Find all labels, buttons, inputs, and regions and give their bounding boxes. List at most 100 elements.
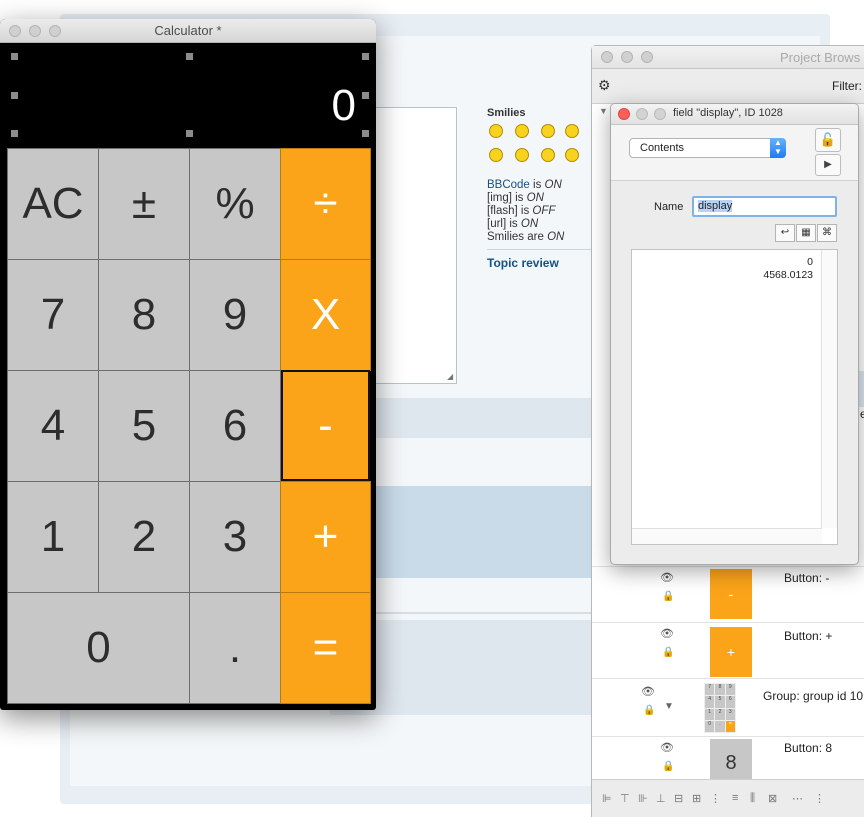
table-icon[interactable]: ▦	[796, 224, 816, 242]
equals-button[interactable]: =	[280, 592, 371, 704]
row-name: 8	[825, 741, 833, 755]
eye-icon[interactable]: 👁	[660, 741, 674, 754]
smiley-icon[interactable]	[515, 148, 529, 162]
zoom-button[interactable]	[654, 108, 666, 120]
list-item[interactable]: 👁 🔒 - Button: -	[592, 566, 864, 623]
zoom-button[interactable]	[641, 51, 653, 63]
window-title: Project Brows	[780, 50, 861, 65]
percent-button[interactable]: %	[189, 148, 281, 260]
three-button[interactable]: 3	[189, 481, 281, 593]
one-button[interactable]: 1	[7, 481, 99, 593]
minimize-button[interactable]	[636, 108, 648, 120]
align-bottom-icon[interactable]: ⊥	[656, 792, 666, 805]
row-type: Button:	[784, 741, 823, 755]
inspector-titlebar[interactable]: field "display", ID 1028	[611, 104, 858, 125]
thumb-key: 4	[705, 696, 715, 708]
bbcode-link[interactable]: BBCode	[487, 179, 530, 191]
section-select[interactable]: Contents ▲ ▼	[629, 138, 786, 158]
decimal-button[interactable]: .	[189, 592, 281, 704]
same-size-icon[interactable]: ⊠	[768, 792, 777, 805]
divider	[487, 249, 592, 250]
plus-button[interactable]: +	[280, 481, 371, 593]
options-icon[interactable]: ⋮	[814, 792, 825, 805]
unlock-icon[interactable]: 🔓	[815, 128, 841, 152]
list-item[interactable]: 👁 🔒 ▼ 7 8 9 4 5 6 1 2 3 0 . = Group: gro…	[592, 678, 864, 737]
smilies-state: ON	[547, 231, 565, 243]
wrap-text-icon[interactable]: ↩	[775, 224, 795, 242]
horizontal-scrollbar[interactable]	[632, 528, 822, 544]
selection-handle[interactable]	[11, 130, 18, 137]
same-width-icon[interactable]: ≡	[732, 792, 738, 804]
lock-icon[interactable]: 🔒	[662, 591, 674, 602]
smiley-icon[interactable]	[489, 148, 503, 162]
smilies-line: Smilies are ON	[487, 231, 564, 244]
smiley-icon[interactable]	[565, 124, 579, 138]
align-vcenter-icon[interactable]: ⊞	[692, 792, 701, 805]
selection-handle[interactable]	[362, 53, 369, 60]
gear-icon[interactable]: ⚙	[598, 77, 611, 94]
group-thumbnail: 7 8 9 4 5 6 1 2 3 0 . =	[704, 683, 736, 733]
smiley-icon[interactable]	[541, 148, 555, 162]
four-button[interactable]: 4	[7, 370, 99, 482]
eye-icon[interactable]: 👁	[660, 627, 674, 640]
eye-icon[interactable]: 👁	[641, 685, 655, 698]
selection-handle[interactable]	[186, 53, 193, 60]
smilies-title: Smilies	[487, 107, 526, 119]
selection-handle[interactable]	[362, 130, 369, 137]
clear-button[interactable]: AC	[7, 148, 99, 260]
seven-button[interactable]: 7	[7, 259, 99, 371]
multiply-button[interactable]: X	[280, 259, 371, 371]
calculator-titlebar[interactable]: Calculator *	[0, 19, 376, 43]
row-type: Group:	[763, 689, 800, 703]
align-hcenter-icon[interactable]: ⊟	[674, 792, 683, 805]
smiley-icon[interactable]	[565, 148, 579, 162]
selection-handle[interactable]	[362, 92, 369, 99]
project-browser-titlebar[interactable]: Project Brows	[592, 46, 864, 69]
smiley-icon[interactable]	[489, 124, 503, 138]
selection-handle[interactable]	[11, 53, 18, 60]
lock-icon[interactable]: 🔒	[662, 647, 674, 658]
distribute-icon[interactable]: ⋮	[710, 792, 721, 805]
topic-review-link[interactable]: Topic review	[487, 256, 559, 270]
zero-button[interactable]: 0	[7, 592, 190, 704]
same-height-icon[interactable]: ⫼	[750, 792, 755, 805]
thumb-key: 9	[725, 684, 735, 696]
plus-minus-button[interactable]: ±	[98, 148, 190, 260]
smiley-icon[interactable]	[515, 124, 529, 138]
property-inspector-window: field "display", ID 1028 Contents ▲ ▼ 🔓 ▶…	[610, 103, 859, 565]
smiley-icon[interactable]	[541, 124, 555, 138]
nine-button[interactable]: 9	[189, 259, 281, 371]
eight-button[interactable]: 8	[98, 259, 190, 371]
styled-text-icon[interactable]: ⌘	[817, 224, 837, 242]
vertical-scrollbar[interactable]	[821, 250, 837, 528]
six-button[interactable]: 6	[189, 370, 281, 482]
lock-icon[interactable]: 🔒	[643, 705, 655, 716]
two-button[interactable]: 2	[98, 481, 190, 593]
close-button[interactable]	[618, 108, 630, 120]
close-button[interactable]	[601, 51, 613, 63]
align-left-icon[interactable]: ⊫	[602, 792, 612, 805]
name-field[interactable]: display	[692, 196, 837, 217]
selection-handle[interactable]	[186, 130, 193, 137]
calculator-display[interactable]: 0	[0, 43, 376, 148]
filter-label: Filter:	[832, 79, 862, 93]
list-item[interactable]: 👁 🔒 + Button: +	[592, 622, 864, 679]
selection-handle[interactable]	[11, 92, 18, 99]
disclosure-triangle-icon[interactable]: ▼	[664, 701, 674, 712]
disclosure-triangle-icon[interactable]: ▼	[599, 106, 608, 116]
resize-grip-icon[interactable]: ◢	[447, 373, 453, 381]
more-icon[interactable]: ⋯	[792, 792, 803, 805]
row-type: Button:	[784, 571, 823, 585]
minimize-button[interactable]	[621, 51, 633, 63]
divide-button[interactable]: ÷	[280, 148, 371, 260]
eye-icon[interactable]: 👁	[660, 571, 674, 584]
align-top-icon[interactable]: ⊤	[620, 792, 630, 805]
contents-field[interactable]: 0 4568.0123	[631, 249, 838, 545]
lock-icon[interactable]: 🔒	[662, 761, 674, 772]
chevron-updown-icon[interactable]: ▲ ▼	[770, 138, 786, 158]
contents-line: 0	[807, 256, 813, 268]
play-icon[interactable]: ▶	[815, 154, 841, 176]
five-button[interactable]: 5	[98, 370, 190, 482]
align-right-icon[interactable]: ⊪	[638, 792, 648, 805]
minus-button[interactable]: -	[281, 370, 370, 481]
